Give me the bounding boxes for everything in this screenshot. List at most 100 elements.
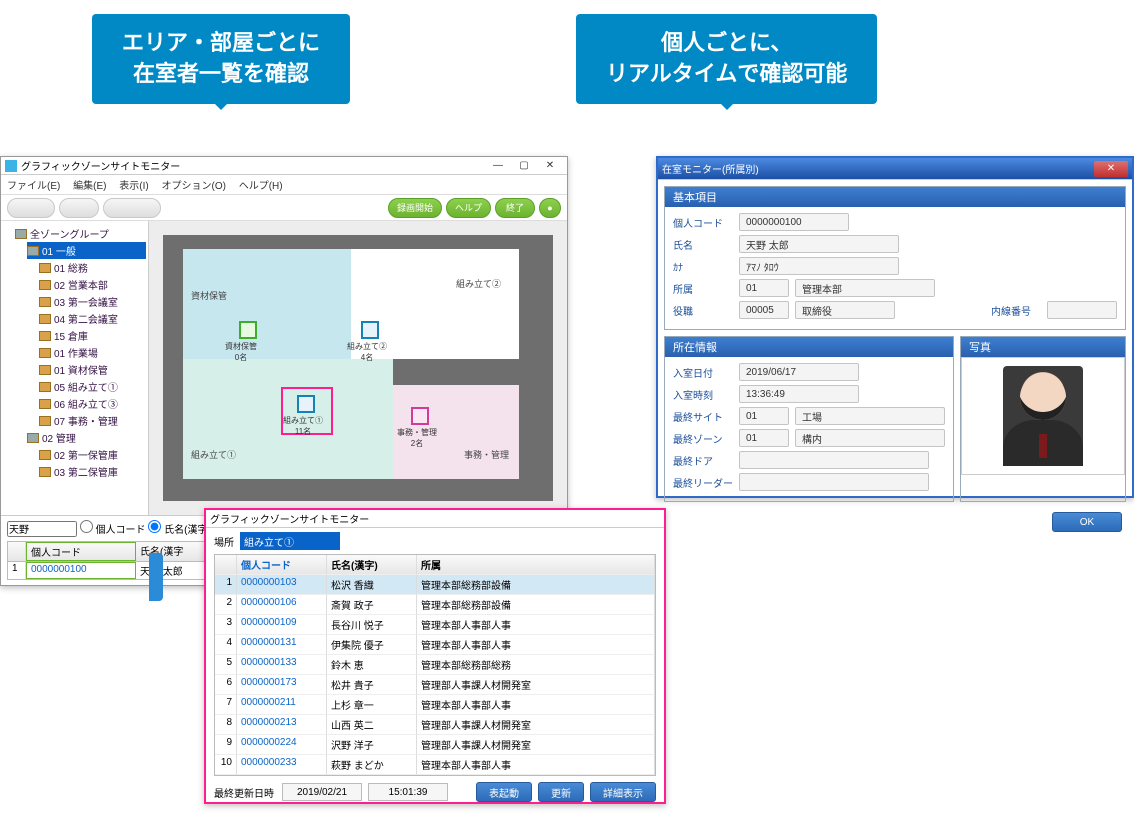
tree-item[interactable]: 01 資材保管 [39, 361, 146, 378]
floorplan[interactable]: 資材保管 組み立て② 組み立て① 事務・管理 資材保管0名 組み立て②4名 組み… [149, 221, 567, 515]
field-value: 01 [739, 429, 789, 447]
room-label: 組み立て② [456, 277, 501, 290]
zone-tree[interactable]: 全ゾーングループ 01 一般 01 総務02 営業本部03 第一会議室04 第二… [1, 221, 149, 515]
location-input[interactable] [240, 532, 340, 550]
table-row[interactable]: 50000000133鈴木 恵管理本部総務部総務 [215, 655, 655, 675]
folder-icon [39, 467, 51, 477]
titlebar[interactable]: 在室モニター(所属別) ✕ [658, 158, 1132, 180]
field-label: 入室日付 [673, 365, 733, 380]
panel-header: 所在情報 [665, 337, 953, 357]
group-icon [27, 246, 39, 256]
detail-button[interactable]: 詳細表示 [590, 782, 656, 802]
tree-item[interactable]: 03 第二保管庫 [39, 463, 146, 480]
table-row[interactable]: 40000000131伊集院 優子管理本部人事部人事 [215, 635, 655, 655]
field-value: 2019/06/17 [739, 363, 859, 381]
table-row[interactable]: 30000000109長谷川 悦子管理本部人事部人事 [215, 615, 655, 635]
launch-table-button[interactable]: 表起動 [476, 782, 532, 802]
menu-edit[interactable]: 編集(E) [73, 181, 106, 192]
tree-item[interactable]: 07 事務・管理 [39, 412, 146, 429]
window-title: 在室モニター(所属別) [662, 161, 759, 176]
tree-item[interactable]: 01 作業場 [39, 344, 146, 361]
folder-icon [39, 399, 51, 409]
field-value: 工場 [795, 407, 945, 425]
col-header[interactable]: 氏名(漢字) [327, 555, 417, 575]
field-value: 構内 [795, 429, 945, 447]
titlebar[interactable]: グラフィックゾーンサイトモニター — ▢ ✕ [1, 157, 567, 175]
basic-info-panel: 基本項目 個人コード0000000100 氏名天野 太郎 ｶﾅｱﾏﾉ ﾀﾛｳ 所… [664, 186, 1126, 330]
node-label: 組み立て①11名 [283, 415, 323, 437]
toolbar-pill[interactable] [7, 198, 55, 218]
app-icon [5, 160, 17, 172]
tree-root[interactable]: 全ゾーングループ [15, 225, 146, 242]
refresh-button[interactable]: 更新 [538, 782, 584, 802]
tree-item[interactable]: 15 倉庫 [39, 327, 146, 344]
zone-node[interactable] [239, 321, 257, 339]
table-row[interactable]: 80000000213山西 英二管理部人事課人材開発室 [215, 715, 655, 735]
tree-item[interactable]: 02 第一保管庫 [39, 446, 146, 463]
toolbar-pill[interactable] [103, 198, 161, 218]
field-label: 内線番号 [991, 303, 1041, 318]
folder-icon [39, 331, 51, 341]
table-row[interactable]: 10000000103松沢 香織管理本部総務部設備 [215, 575, 655, 595]
close-button[interactable]: ✕ [1094, 161, 1128, 177]
last-update-label: 最終更新日時 [214, 785, 274, 800]
menu-option[interactable]: オプション(O) [161, 181, 225, 192]
tree-item[interactable]: 06 組み立て③ [39, 395, 146, 412]
exit-button[interactable]: 終了 [495, 198, 535, 218]
panel-header: 基本項目 [665, 187, 1125, 207]
callout-person: 個人ごとに、 リアルタイムで確認可能 [576, 14, 877, 104]
menu-file[interactable]: ファイル(E) [7, 181, 60, 192]
menu-help[interactable]: ヘルプ(H) [239, 181, 283, 192]
tree-item[interactable]: 04 第二会議室 [39, 310, 146, 327]
minimize-button[interactable]: — [485, 159, 511, 173]
folder-icon [39, 382, 51, 392]
window-title: グラフィックゾーンサイトモニター [21, 158, 180, 173]
room-label: 資材保管 [191, 289, 227, 302]
table-row[interactable]: 20000000106斎賀 政子管理本部総務部設備 [215, 595, 655, 615]
record-button[interactable]: 録画開始 [388, 198, 442, 218]
field-label: 最終サイト [673, 409, 733, 424]
radio-code[interactable]: 個人コード [80, 525, 146, 536]
field-label: 入室時刻 [673, 387, 733, 402]
field-label: 所属 [673, 281, 733, 296]
table-row[interactable]: 90000000224沢野 洋子管理部人事課人材開発室 [215, 735, 655, 755]
status-indicator-icon[interactable]: ● [539, 198, 561, 218]
table-row[interactable]: 70000000211上杉 章一管理本部人事部人事 [215, 695, 655, 715]
field-value: 00005 [739, 301, 789, 319]
close-button[interactable]: ✕ [537, 159, 563, 173]
col-header[interactable]: 所属 [417, 555, 655, 575]
zone-node[interactable] [361, 321, 379, 339]
tree-group-2[interactable]: 02 管理 [27, 429, 146, 446]
callout-text: 個人ごとに、 [661, 30, 792, 55]
tree-item[interactable]: 02 営業本部 [39, 276, 146, 293]
person-detail-window: 在室モニター(所属別) ✕ 基本項目 個人コード0000000100 氏名天野 … [656, 156, 1134, 498]
table-row[interactable]: 60000000173松井 貴子管理部人事課人材開発室 [215, 675, 655, 695]
toolbar-pill[interactable] [59, 198, 99, 218]
zone-node[interactable] [411, 407, 429, 425]
search-input[interactable] [7, 521, 77, 537]
help-button[interactable]: ヘルプ [446, 198, 491, 218]
field-value: 01 [739, 279, 789, 297]
maximize-button[interactable]: ▢ [511, 159, 537, 173]
folder-icon [39, 365, 51, 375]
tree-group-1[interactable]: 01 一般 [27, 242, 146, 259]
tree-item[interactable]: 05 組み立て① [39, 378, 146, 395]
collapse-left-handle[interactable] [149, 553, 163, 601]
col-header[interactable]: 個人コード [237, 555, 327, 575]
folder-icon [39, 263, 51, 273]
zone-node-selected[interactable] [297, 395, 315, 413]
table-row[interactable]: 100000000233萩野 まどか管理本部人事部人事 [215, 755, 655, 775]
tree-item[interactable]: 03 第一会議室 [39, 293, 146, 310]
tree-item[interactable]: 01 総務 [39, 259, 146, 276]
toolbar: 録画開始 ヘルプ 終了 ● [1, 195, 567, 221]
field-label: 個人コード [673, 215, 733, 230]
callout-text: 在室者一覧を確認 [133, 61, 309, 86]
menu-view[interactable]: 表示(I) [119, 181, 148, 192]
col-header[interactable]: 個人コード [26, 542, 136, 561]
occupant-table: 個人コード 氏名(漢字) 所属 10000000103松沢 香織管理本部総務部設… [214, 554, 656, 776]
field-value [739, 473, 929, 491]
field-value: 取締役 [795, 301, 895, 319]
titlebar[interactable]: グラフィックゾーンサイトモニター [206, 510, 664, 528]
radio-name[interactable]: 氏名(漢字 [148, 525, 207, 536]
ok-button[interactable]: OK [1052, 512, 1122, 532]
